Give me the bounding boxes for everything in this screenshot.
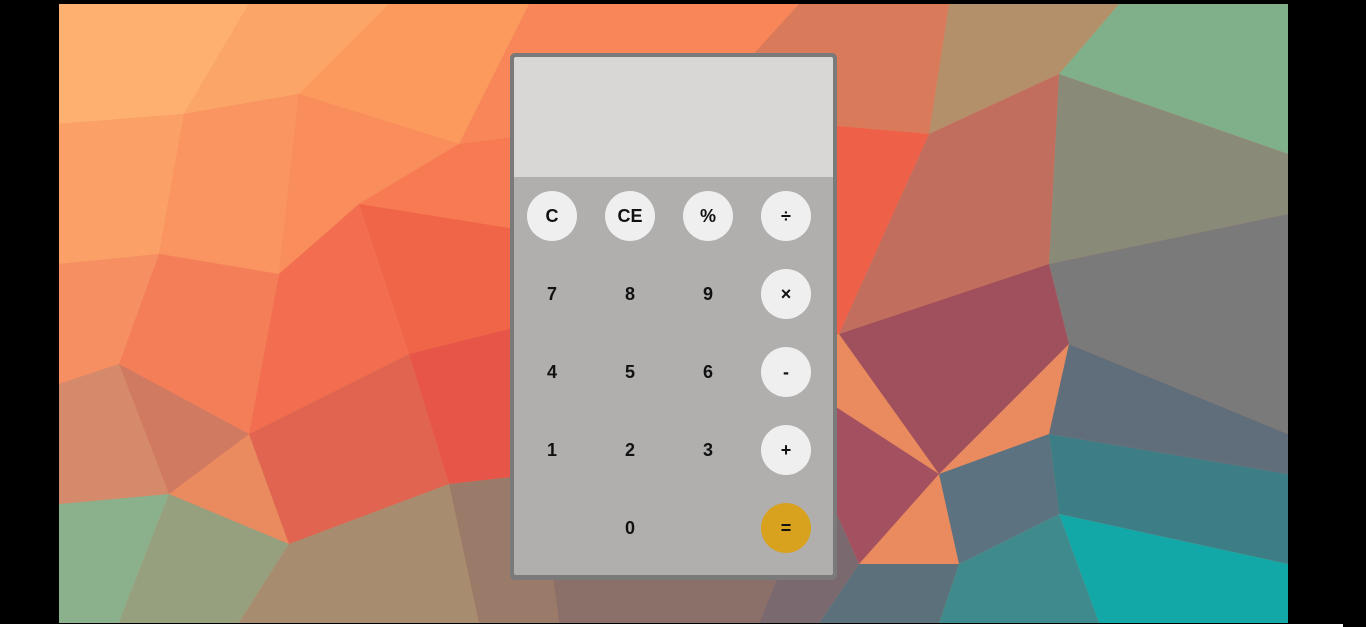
digit-5-button[interactable]: 5: [605, 347, 655, 397]
calculator-display: [514, 57, 833, 177]
digit-1-button[interactable]: 1: [527, 425, 577, 475]
multiply-button[interactable]: ×: [761, 269, 811, 319]
digit-6-button[interactable]: 6: [683, 347, 733, 397]
divide-button[interactable]: ÷: [761, 191, 811, 241]
percent-button[interactable]: %: [683, 191, 733, 241]
digit-9-button[interactable]: 9: [683, 269, 733, 319]
clear-button[interactable]: C: [527, 191, 577, 241]
clear-entry-button[interactable]: CE: [605, 191, 655, 241]
calculator-body: C CE % ÷ 7 8 9 × 4 5 6 - 1 2 3 + 0 =: [514, 57, 833, 575]
subtract-button[interactable]: -: [761, 347, 811, 397]
add-button[interactable]: +: [761, 425, 811, 475]
digit-3-button[interactable]: 3: [683, 425, 733, 475]
digit-4-button[interactable]: 4: [527, 347, 577, 397]
equals-button[interactable]: =: [761, 503, 811, 553]
digit-7-button[interactable]: 7: [527, 269, 577, 319]
digit-2-button[interactable]: 2: [605, 425, 655, 475]
right-black-bar: [1288, 0, 1343, 627]
calculator: C CE % ÷ 7 8 9 × 4 5 6 - 1 2 3 + 0 =: [510, 53, 837, 580]
digit-8-button[interactable]: 8: [605, 269, 655, 319]
digit-0-button[interactable]: 0: [605, 503, 655, 553]
